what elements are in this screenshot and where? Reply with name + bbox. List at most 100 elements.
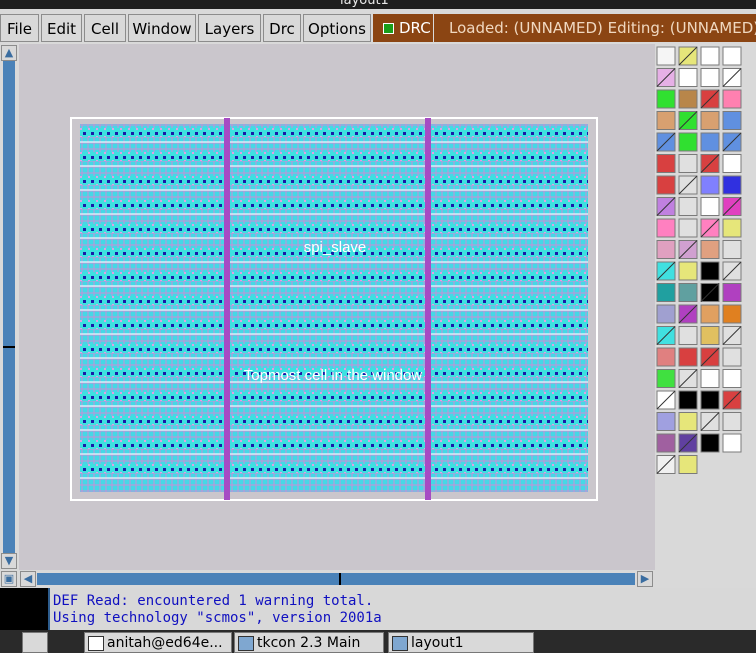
layer-swatch[interactable]	[722, 46, 742, 66]
layer-swatch[interactable]	[656, 154, 676, 173]
vertical-scroll-thumb[interactable]	[3, 346, 15, 348]
taskbar: anitah@ed64e... tkcon 2.3 Main layout1	[0, 630, 756, 653]
layer-swatch[interactable]	[678, 412, 698, 431]
console-output[interactable]: DEF Read: encountered 1 warning total. U…	[48, 588, 756, 630]
scroll-up-icon[interactable]: ▲	[1, 45, 17, 61]
power-strap-left	[224, 118, 230, 500]
layer-swatch[interactable]	[722, 433, 742, 453]
layer-swatch[interactable]	[700, 390, 720, 410]
layer-palette	[655, 44, 756, 588]
layer-swatch[interactable]	[678, 89, 698, 109]
console-line: DEF Read: encountered 1 warning total.	[53, 593, 374, 609]
layer-swatch[interactable]	[700, 261, 720, 281]
task-label: anitah@ed64e...	[107, 635, 223, 651]
layer-swatch[interactable]	[656, 218, 676, 238]
horizontal-scroll-track[interactable]	[37, 573, 635, 585]
layer-swatch[interactable]	[722, 111, 742, 130]
layer-swatch[interactable]	[722, 154, 742, 173]
layer-swatch[interactable]	[700, 132, 720, 152]
layer-swatch[interactable]	[722, 240, 742, 259]
menu-window[interactable]: Window	[128, 14, 196, 42]
layer-swatch[interactable]	[700, 326, 720, 345]
layer-swatch[interactable]	[700, 433, 720, 453]
layer-swatch[interactable]	[722, 218, 742, 238]
horizontal-scrollbar[interactable]: ▣ ◀ ▶	[0, 570, 656, 588]
layer-swatch[interactable]	[678, 326, 698, 345]
layer-swatch[interactable]	[656, 412, 676, 431]
drc-button[interactable]: DRC	[373, 14, 433, 42]
power-strap-right	[425, 118, 431, 500]
window-title: layout1	[340, 0, 389, 8]
window-icon	[392, 636, 408, 651]
layer-swatch[interactable]	[678, 132, 698, 152]
task-label: tkcon 2.3 Main	[257, 635, 361, 651]
terminal-icon	[88, 636, 104, 651]
layer-swatch[interactable]	[722, 412, 742, 431]
scroll-down-icon[interactable]: ▼	[1, 553, 17, 569]
menu-cell[interactable]: Cell	[84, 14, 126, 42]
cell-name-label: spi_slave	[304, 239, 367, 256]
layer-swatch[interactable]	[678, 68, 698, 87]
layer-swatch[interactable]	[722, 347, 742, 367]
layer-swatch[interactable]	[656, 304, 676, 324]
menu-edit[interactable]: Edit	[41, 14, 82, 42]
layer-swatch[interactable]	[678, 261, 698, 281]
console-line: Using technology "scmos", version 2001a	[53, 610, 382, 626]
layer-swatch[interactable]	[700, 304, 720, 324]
layer-swatch[interactable]	[656, 111, 676, 130]
drc-indicator-icon	[383, 23, 394, 34]
layer-swatch[interactable]	[700, 68, 720, 87]
scroll-left-icon[interactable]: ◀	[20, 571, 36, 587]
layer-swatch[interactable]	[656, 175, 676, 195]
layer-swatch[interactable]	[656, 283, 676, 302]
layer-swatch[interactable]	[700, 175, 720, 195]
taskbar-task-terminal[interactable]: anitah@ed64e...	[84, 632, 232, 653]
layer-swatch[interactable]	[700, 240, 720, 259]
layer-swatch[interactable]	[656, 240, 676, 259]
zoom-box-icon[interactable]: ▣	[1, 571, 17, 587]
layer-swatch[interactable]	[656, 46, 676, 66]
menu-file[interactable]: File	[0, 14, 39, 42]
vertical-scroll-track[interactable]	[3, 61, 15, 554]
console: DEF Read: encountered 1 warning total. U…	[0, 588, 756, 630]
layout-view[interactable]: spi_slave Topmost cell in the window	[19, 44, 655, 570]
window-icon	[238, 636, 254, 651]
layer-swatch[interactable]	[678, 283, 698, 302]
layer-swatch[interactable]	[700, 369, 720, 388]
layer-swatch[interactable]	[722, 369, 742, 388]
layer-swatch[interactable]	[678, 455, 698, 474]
layer-swatch[interactable]	[722, 89, 742, 109]
layer-swatch-grid[interactable]	[655, 44, 756, 588]
layer-swatch[interactable]	[678, 347, 698, 367]
layer-swatch[interactable]	[678, 218, 698, 238]
layer-swatch[interactable]	[678, 197, 698, 216]
taskbar-task-layout[interactable]: layout1	[388, 632, 534, 653]
edit-status: Loaded: (UNNAMED) Editing: (UNNAMED)	[434, 14, 756, 42]
layer-swatch[interactable]	[700, 197, 720, 216]
layer-swatch[interactable]	[700, 46, 720, 66]
layer-swatch[interactable]	[722, 283, 742, 302]
layer-swatch[interactable]	[656, 89, 676, 109]
show-desktop-button[interactable]	[22, 632, 48, 653]
topmost-cell-label: Topmost cell in the window	[244, 367, 423, 384]
menu-options[interactable]: Options	[303, 14, 371, 42]
layer-swatch[interactable]	[722, 304, 742, 324]
task-label: layout1	[411, 635, 464, 651]
horizontal-scroll-thumb[interactable]	[339, 573, 341, 585]
menu-layers[interactable]: Layers	[198, 14, 261, 42]
layer-swatch[interactable]	[656, 347, 676, 367]
window-titlebar: layout1	[0, 0, 756, 9]
menubar: File Edit Cell Window Layers Drc Options…	[0, 14, 756, 44]
vertical-scrollbar[interactable]: ▲ ▼	[0, 44, 18, 570]
layer-swatch[interactable]	[678, 390, 698, 410]
layer-swatch[interactable]	[722, 175, 742, 195]
layer-swatch[interactable]	[656, 433, 676, 453]
layer-swatch[interactable]	[656, 369, 676, 388]
layer-swatch[interactable]	[678, 154, 698, 173]
menu-drc[interactable]: Drc	[263, 14, 301, 42]
scroll-right-icon[interactable]: ▶	[637, 571, 653, 587]
drc-button-label: DRC	[399, 19, 431, 37]
taskbar-task-tkcon[interactable]: tkcon 2.3 Main	[234, 632, 384, 653]
layer-swatch[interactable]	[700, 111, 720, 130]
layout-canvas[interactable]: spi_slave Topmost cell in the window	[19, 44, 655, 570]
